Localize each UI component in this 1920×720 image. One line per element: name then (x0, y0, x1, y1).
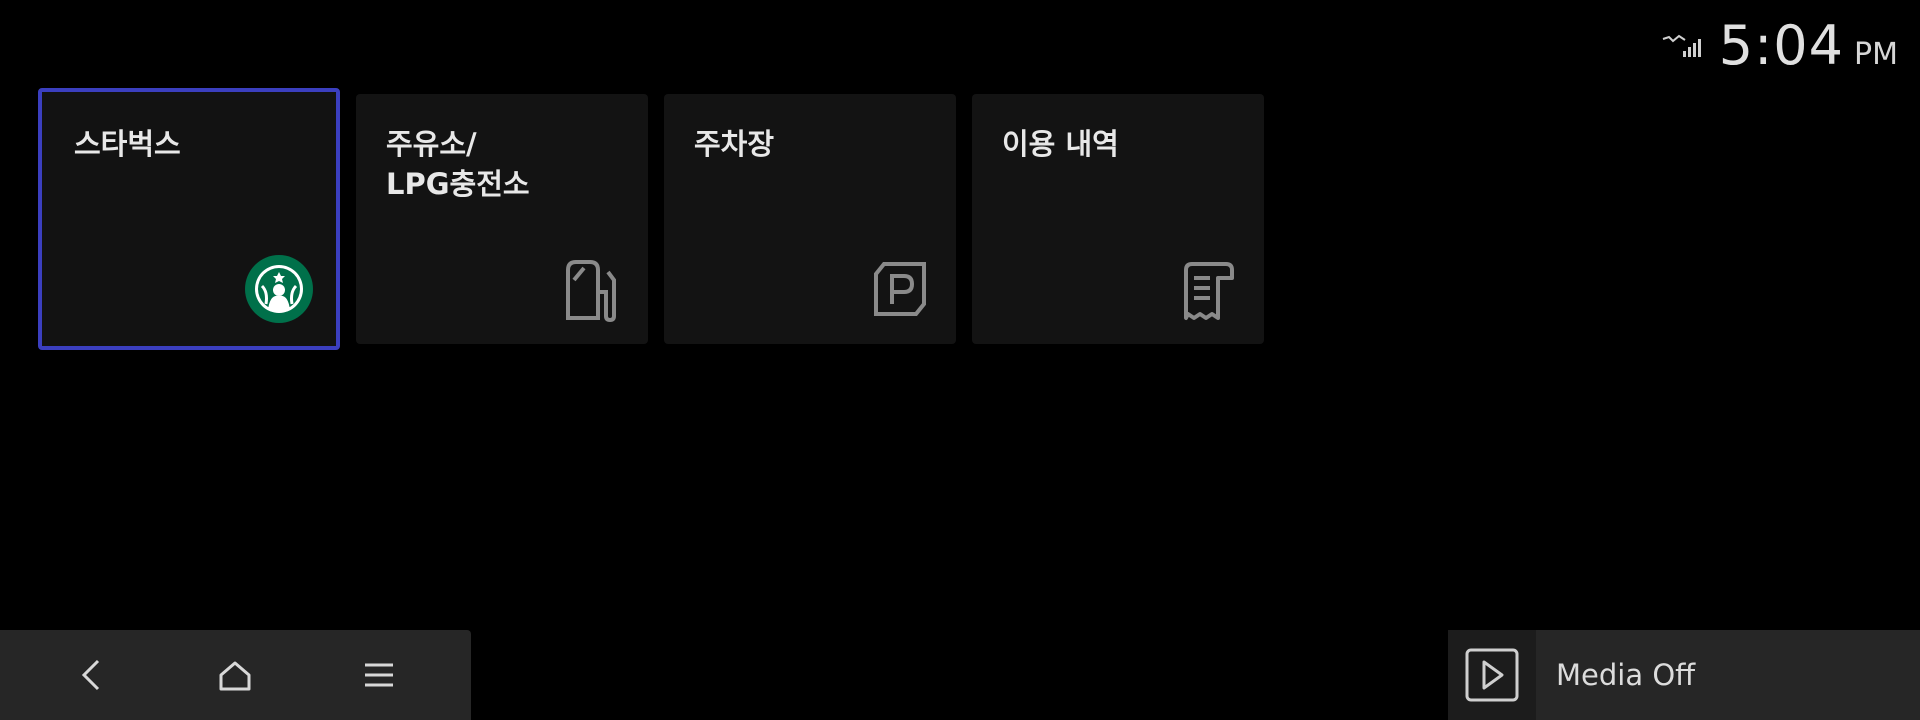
home-button[interactable] (195, 635, 275, 715)
tile-starbucks[interactable]: 스타벅스 (38, 88, 340, 350)
clock-ampm: PM (1854, 37, 1898, 72)
app-screen: 5:04 PM 스타벅스 주유소/ LPG충전소 주차장 이용 내역 Media… (0, 0, 1920, 720)
play-icon (1465, 648, 1519, 702)
media-status-label: Media Off (1556, 658, 1696, 692)
fuel-pump-icon (566, 260, 616, 322)
bottom-nav-bar (0, 630, 471, 720)
tile-label: 이용 내역 (1002, 127, 1119, 161)
tile-usage-history[interactable]: 이용 내역 (972, 94, 1264, 344)
service-tiles: 스타벅스 주유소/ LPG충전소 주차장 이용 내역 (38, 88, 1264, 350)
parking-icon (874, 262, 926, 316)
tile-label: 주차장 (694, 127, 775, 161)
tile-label: 스타벅스 (74, 127, 181, 161)
clock: 5:04 PM (1719, 14, 1898, 77)
back-button[interactable] (52, 635, 132, 715)
home-icon (219, 661, 251, 691)
status-bar: 5:04 PM (1661, 14, 1898, 77)
media-widget[interactable]: Media Off (1448, 630, 1920, 720)
tile-parking[interactable]: 주차장 (664, 94, 956, 344)
lte-signal-icon (1662, 34, 1701, 57)
tile-label: 주유소/ LPG충전소 (386, 127, 530, 201)
menu-button[interactable] (339, 635, 419, 715)
starbucks-logo-icon (245, 255, 313, 323)
tile-gas-station[interactable]: 주유소/ LPG충전소 (356, 94, 648, 344)
clock-time: 5:04 (1718, 14, 1845, 77)
back-chevron-icon (81, 659, 99, 691)
menu-icon (365, 663, 394, 687)
receipt-icon (1184, 262, 1234, 320)
media-play-button[interactable] (1448, 630, 1536, 720)
